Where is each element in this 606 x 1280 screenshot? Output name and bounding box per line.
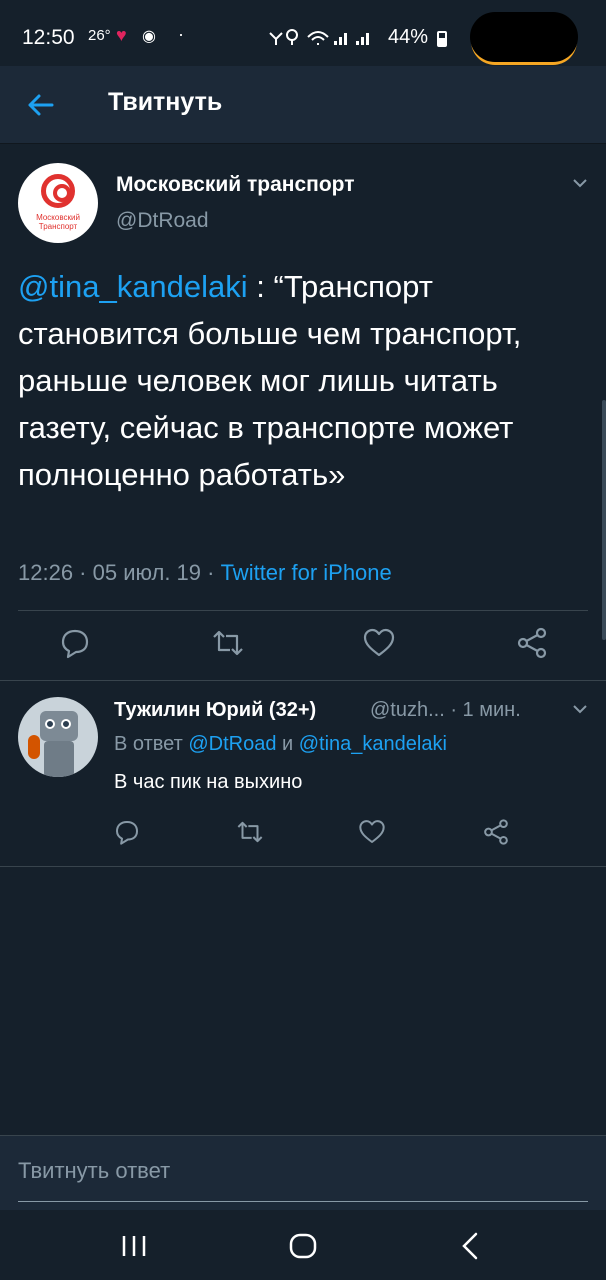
health-icon: ♥ bbox=[116, 25, 127, 45]
reply-author-name[interactable]: Тужилин Юрий (32+) bbox=[114, 699, 316, 722]
battery-percent: 44% bbox=[388, 26, 429, 48]
robot-eye-shape bbox=[45, 719, 55, 729]
robot-head-shape bbox=[40, 711, 78, 741]
chevron-down-icon[interactable] bbox=[572, 175, 588, 191]
reply-prefix: В ответ bbox=[114, 733, 189, 755]
metro-logo-icon bbox=[41, 174, 75, 208]
reply-mention-link[interactable]: @tina_kandelaki bbox=[299, 733, 447, 755]
author-handle[interactable]: @DtRoad bbox=[116, 209, 209, 233]
avatar-logo-text: Московский Транспорт bbox=[36, 213, 80, 231]
tweet-body: @tina_kandelaki : “Транспорт становится … bbox=[18, 263, 588, 498]
reply-author-handle: @tuzh... · 1 мин. bbox=[370, 699, 521, 721]
avatar[interactable]: Московский Транспорт bbox=[18, 163, 98, 243]
robot-arm-shape bbox=[28, 735, 40, 759]
reply-context: В ответ @DtRoad и @tina_kandelaki bbox=[114, 733, 447, 756]
status-time: 12:50 bbox=[22, 26, 75, 49]
system-icons bbox=[268, 27, 380, 52]
tweet-actions bbox=[0, 625, 606, 665]
camera-cutout bbox=[470, 12, 578, 62]
mention-link[interactable]: @tina_kandelaki bbox=[18, 269, 248, 304]
robot-eye-shape bbox=[61, 719, 71, 729]
reply-actions bbox=[0, 817, 606, 857]
top-app-bar: Твитнуть bbox=[0, 66, 606, 144]
recent-apps-icon[interactable] bbox=[114, 1228, 154, 1264]
share-icon[interactable] bbox=[481, 817, 511, 847]
divider bbox=[18, 610, 588, 611]
compose-bar: Твитнуть ответ bbox=[0, 1135, 606, 1210]
like-heart-icon[interactable] bbox=[357, 817, 387, 847]
share-icon[interactable] bbox=[514, 625, 550, 661]
reply-mention-link[interactable]: @DtRoad bbox=[188, 733, 276, 755]
retweet-icon[interactable] bbox=[235, 817, 265, 847]
tweet-source-link[interactable]: Twitter for iPhone bbox=[221, 560, 392, 585]
page-title: Твитнуть bbox=[108, 88, 223, 116]
main-tweet: Московский Транспорт Московский транспор… bbox=[0, 145, 606, 681]
like-heart-icon[interactable] bbox=[361, 625, 397, 661]
signal-icons bbox=[269, 29, 369, 45]
reply-icon[interactable] bbox=[57, 625, 93, 661]
status-temperature: 26° bbox=[88, 27, 111, 44]
scrollbar[interactable] bbox=[602, 400, 606, 640]
reply-input[interactable]: Твитнуть ответ bbox=[18, 1158, 588, 1202]
chevron-down-icon[interactable] bbox=[572, 701, 588, 717]
reply-icon[interactable] bbox=[112, 817, 142, 847]
status-bar: 12:50 26° ♥ ◉ · 44% bbox=[0, 0, 606, 66]
author-name[interactable]: Московский транспорт bbox=[116, 173, 355, 197]
home-icon[interactable] bbox=[283, 1228, 323, 1264]
robot-body-shape bbox=[44, 741, 74, 777]
tweet-timestamp: 12:26 · 05 июл. 19 · bbox=[18, 560, 221, 585]
back-icon[interactable] bbox=[452, 1228, 492, 1264]
vk-icon: ◉ bbox=[142, 28, 156, 45]
system-nav-bar bbox=[0, 1210, 606, 1280]
notification-dot-icon: · bbox=[178, 24, 184, 44]
reply-body: В час пик на выхино bbox=[114, 771, 303, 793]
back-arrow-icon[interactable] bbox=[24, 88, 58, 122]
reply-tweet[interactable]: Тужилин Юрий (32+) @tuzh... · 1 мин. В о… bbox=[0, 681, 606, 867]
tweet-meta: 12:26 · 05 июл. 19 · Twitter for iPhone bbox=[18, 560, 392, 586]
battery-icon bbox=[437, 31, 447, 47]
retweet-icon[interactable] bbox=[210, 625, 246, 661]
avatar[interactable] bbox=[18, 697, 98, 777]
reply-joiner: и bbox=[276, 733, 299, 755]
